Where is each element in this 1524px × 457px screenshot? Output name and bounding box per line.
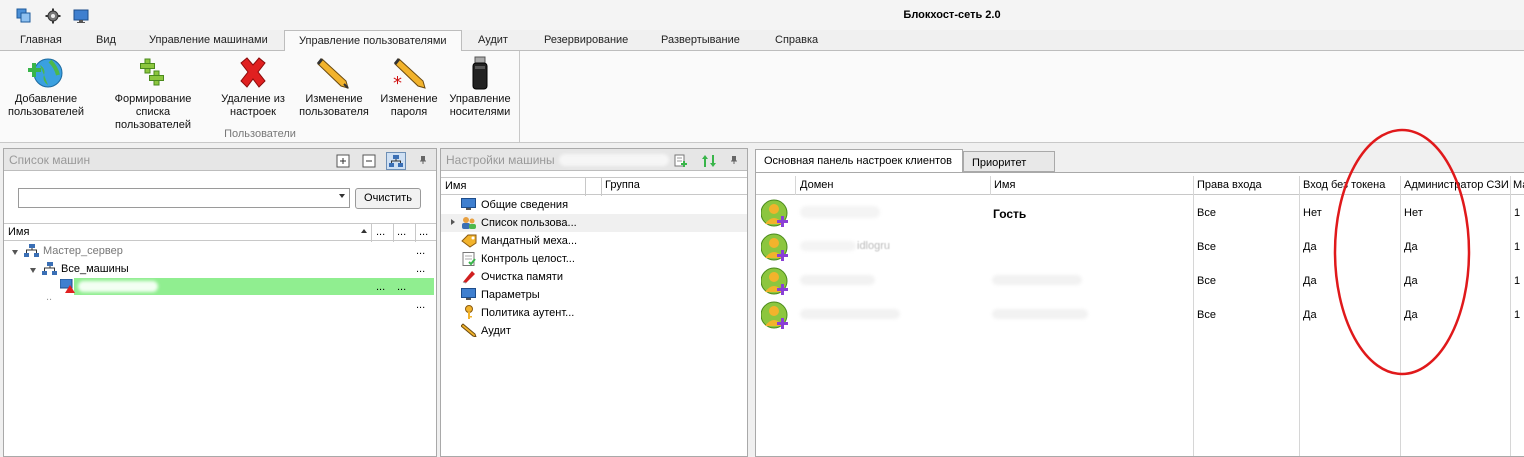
settings-item-users-list[interactable]: Список пользова...	[481, 217, 577, 229]
tree-expanded-icon[interactable]	[12, 250, 18, 255]
settings-column-header: Имя	[441, 177, 747, 195]
machine-warning-icon	[60, 279, 75, 293]
sort-asc-icon[interactable]	[361, 229, 367, 233]
server-network-icon	[24, 244, 39, 257]
add-users-button[interactable]: Добавление пользователей	[5, 55, 87, 119]
tab-view[interactable]: Вид	[96, 34, 116, 46]
column-truncated[interactable]: Ма	[1513, 179, 1524, 191]
users-icon	[462, 217, 476, 229]
remove-from-settings-button[interactable]: Удаление из настроек	[218, 55, 288, 119]
column-login-no-token[interactable]: Вход без токена	[1303, 179, 1385, 191]
column-ellipsis[interactable]: ...	[376, 226, 385, 238]
audit-pencil-icon	[461, 323, 477, 337]
monitor-info-icon	[461, 198, 476, 210]
title-bar: Блокхост-сеть 2.0	[0, 0, 1524, 30]
tab-users[interactable]: Управление пользователями	[284, 30, 462, 52]
settings-item-mandatory[interactable]: Мандатный меха...	[481, 235, 577, 247]
column-name[interactable]: Имя	[8, 226, 29, 238]
svg-text:*: *	[393, 73, 402, 91]
tree-collapsed-icon[interactable]	[451, 219, 455, 225]
settings-item-memory-cleanup[interactable]: Очистка памяти	[481, 271, 563, 283]
tree-item-all-machines[interactable]: Все_машины	[61, 263, 129, 275]
column-group[interactable]: Группа	[605, 179, 640, 191]
redacted-machine-name	[559, 154, 669, 166]
column-szi-admin[interactable]: Администратор СЗИ	[1404, 179, 1509, 191]
tab-home[interactable]: Главная	[20, 34, 62, 46]
user-add-icon	[761, 199, 788, 227]
machine-filter-combo[interactable]	[18, 188, 350, 208]
clear-button[interactable]: Очистить	[355, 188, 421, 209]
user-name: Гость	[993, 207, 1027, 221]
settings-item-auth-policy[interactable]: Политика аутент...	[481, 307, 574, 319]
user-add-icon	[761, 301, 788, 329]
collapse-all-icon[interactable]	[362, 154, 376, 168]
network-group-icon	[42, 262, 57, 275]
tree-item-master-server[interactable]: Мастер_сервер	[43, 245, 123, 257]
red-x-icon	[240, 57, 266, 88]
monitor-settings-icon	[461, 288, 476, 300]
redacted-domain	[800, 206, 880, 218]
tab-audit[interactable]: Аудит	[478, 34, 508, 46]
column-name[interactable]: Имя	[994, 179, 1015, 191]
usb-token-icon	[472, 56, 488, 90]
checklist-icon	[462, 252, 476, 266]
edit-user-button[interactable]: Изменение пользователя	[297, 55, 371, 119]
tab-priority[interactable]: Приоритет	[963, 151, 1055, 172]
column-ellipsis[interactable]: ...	[397, 226, 406, 238]
pin-icon[interactable]	[729, 155, 739, 165]
redacted-domain	[800, 241, 856, 251]
pin-icon[interactable]	[418, 155, 428, 165]
network-tree-icon[interactable]	[386, 152, 406, 170]
change-password-button[interactable]: * Изменение пароля	[378, 55, 440, 119]
settings-panel-title: Настройки машины	[446, 153, 555, 167]
manage-media-button[interactable]: Управление носителями	[446, 55, 514, 119]
tab-help[interactable]: Справка	[775, 34, 818, 46]
expand-all-icon[interactable]	[336, 154, 350, 168]
tree-expanded-icon[interactable]	[30, 268, 36, 273]
column-domain[interactable]: Домен	[800, 179, 833, 191]
user-add-icon	[761, 267, 788, 295]
window-title: Блокхост-сеть 2.0	[903, 9, 1001, 21]
redacted-name	[992, 275, 1082, 285]
column-name[interactable]: Имя	[445, 180, 466, 192]
add-list-icon	[140, 58, 164, 86]
tab-deploy[interactable]: Развертывание	[661, 34, 740, 46]
machine-settings-panel: Настройки машины Имя Группа Общие сведен…	[440, 148, 748, 457]
settings-item-parameters[interactable]: Параметры	[481, 289, 540, 301]
partial-domain-text: idlogru	[857, 240, 891, 252]
redacted-name	[992, 309, 1088, 319]
settings-item-general[interactable]: Общие сведения	[481, 199, 568, 211]
add-document-icon[interactable]	[673, 154, 689, 168]
redacted-domain	[800, 309, 900, 319]
machines-panel: Список машин Очистить Имя ... ... ... Ма…	[3, 148, 437, 457]
tab-machines[interactable]: Управление машинами	[149, 34, 268, 46]
key-icon	[465, 305, 473, 319]
tab-backup[interactable]: Резервирование	[544, 34, 628, 46]
machines-panel-title: Список машин	[9, 153, 91, 167]
pencil-icon	[316, 58, 349, 89]
redacted-machine-name	[78, 281, 158, 292]
tab-clients-main[interactable]: Основная панель настроек клиентов	[755, 149, 963, 172]
add-users-globe-icon	[28, 58, 63, 88]
ribbon-group-label: Пользователи	[224, 128, 296, 140]
column-ellipsis[interactable]: ...	[419, 226, 428, 238]
settings-item-audit[interactable]: Аудит	[481, 325, 511, 337]
settings-item-integrity[interactable]: Контроль целост...	[481, 253, 575, 265]
eraser-icon	[462, 271, 475, 284]
chevron-down-icon[interactable]	[339, 194, 345, 198]
column-login-rights[interactable]: Права входа	[1197, 179, 1262, 191]
user-add-icon	[761, 233, 788, 261]
pencil-star-icon: *	[393, 58, 426, 91]
sort-arrows-icon[interactable]	[701, 154, 717, 168]
tag-icon	[461, 234, 477, 248]
form-user-list-button[interactable]: Формирование списка пользователей	[96, 55, 210, 132]
redacted-domain	[800, 275, 875, 285]
